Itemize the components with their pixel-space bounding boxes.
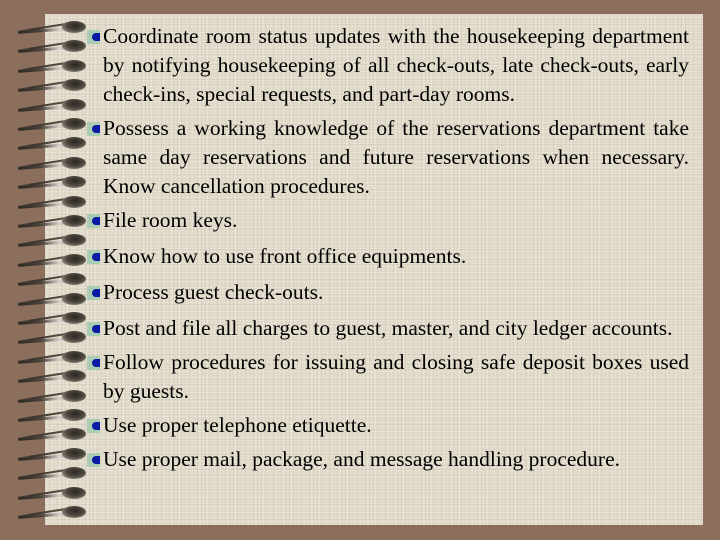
spiral-ring-icon (12, 175, 92, 189)
spiral-ring-icon (12, 117, 92, 131)
spiral-ring-icon (12, 389, 92, 403)
list-item-text: Follow procedures for issuing and closin… (103, 350, 689, 403)
spiral-ring-icon (12, 447, 92, 461)
list-item-text: Know how to use front office equipments. (103, 244, 467, 268)
list-item-text: Coordinate room status updates with the … (103, 24, 689, 106)
list-item: Post and file all charges to guest, mast… (87, 314, 689, 343)
list-item: Possess a working knowledge of the reser… (87, 114, 689, 201)
spiral-ring-icon (12, 39, 92, 54)
list-item: Process guest check-outs. (87, 278, 689, 307)
spiral-ring-icon (12, 408, 92, 422)
spiral-ring-icon (12, 350, 92, 364)
spiral-ring-icon (12, 311, 92, 325)
list-item-text: Post and file all charges to guest, mast… (103, 316, 673, 340)
spiral-ring-icon (12, 505, 92, 519)
spiral-ring-icon (12, 427, 92, 442)
spiral-ring-icon (12, 136, 92, 151)
spiral-ring-icon (12, 156, 92, 170)
spiral-ring-icon (12, 466, 92, 480)
list-item: File room keys. (87, 206, 689, 235)
square-bullet-icon (87, 214, 100, 228)
spiral-ring-icon (12, 20, 92, 34)
square-bullet-icon (87, 356, 100, 370)
list-item-text: Use proper telephone etiquette. (103, 413, 372, 437)
spiral-ring-icon (12, 78, 92, 92)
spiral-ring-icon (12, 233, 92, 248)
list-item: Use proper telephone etiquette. (87, 411, 689, 440)
spiral-binding (0, 0, 100, 540)
square-bullet-icon (87, 286, 100, 300)
spiral-ring-icon (12, 195, 92, 209)
square-bullet-icon (87, 30, 100, 44)
spiral-ring-icon (12, 214, 92, 228)
list-item-text: File room keys. (103, 208, 238, 232)
spiral-ring-icon (12, 253, 92, 267)
list-item: Use proper mail, package, and message ha… (87, 445, 689, 474)
spiral-ring-icon (12, 330, 92, 345)
spiral-ring-icon (12, 369, 92, 383)
spiral-ring-icon (12, 59, 92, 73)
list-item-text: Possess a working knowledge of the reser… (103, 116, 689, 198)
spiral-ring-icon (12, 272, 92, 286)
bullet-list: Coordinate room status updates with the … (87, 22, 689, 479)
list-item-text: Process guest check-outs. (103, 280, 324, 304)
square-bullet-icon (87, 419, 100, 433)
spiral-ring-icon (12, 486, 92, 500)
square-bullet-icon (87, 322, 100, 336)
list-item: Follow procedures for issuing and closin… (87, 348, 689, 406)
spiral-ring-icon (12, 292, 92, 306)
list-item: Know how to use front office equipments. (87, 242, 689, 271)
square-bullet-icon (87, 122, 100, 136)
square-bullet-icon (87, 453, 100, 467)
spiral-ring-icon (12, 98, 92, 112)
list-item-text: Use proper mail, package, and message ha… (103, 447, 620, 471)
list-item: Coordinate room status updates with the … (87, 22, 689, 109)
square-bullet-icon (87, 250, 100, 264)
